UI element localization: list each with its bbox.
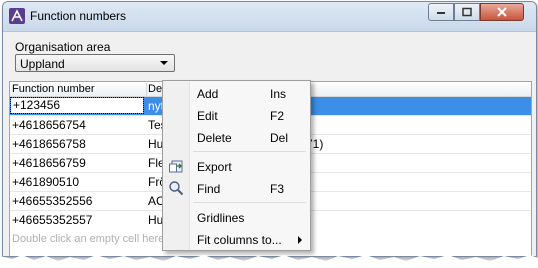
close-button[interactable] (480, 3, 524, 21)
organisation-area-label: Organisation area (15, 40, 111, 54)
menu-item-label: Delete (197, 131, 232, 145)
menu-item-edit[interactable]: Edit F2 (190, 105, 308, 125)
menu-item-label: Gridlines (197, 211, 245, 225)
menu-item-export[interactable]: Export (190, 156, 308, 176)
cell-function-number[interactable]: +123456 (10, 97, 144, 114)
menu-separator (193, 151, 306, 152)
cell-function-number[interactable]: +46655352556 (12, 194, 142, 208)
menu-separator (193, 202, 306, 203)
submenu-arrow-icon (298, 236, 302, 244)
export-icon (169, 160, 183, 173)
menu-item-label: Export (197, 160, 232, 174)
cell-function-number[interactable]: +4618656758 (12, 137, 142, 151)
close-icon (497, 7, 507, 17)
menu-item-delete[interactable]: Delete Del (190, 127, 308, 147)
menu-item-shortcut: F3 (270, 182, 285, 196)
menu-item-shortcut: Del (270, 131, 289, 145)
organisation-area-value: Uppland (20, 57, 65, 71)
cell-function-number[interactable]: +4618656759 (12, 156, 142, 170)
menu-item-find[interactable]: Find F3 (190, 178, 308, 198)
menu-item-label: Edit (197, 109, 218, 123)
torn-edge (0, 255, 538, 268)
menu-item-gridlines[interactable]: Gridlines (190, 207, 308, 227)
empty-row-hint[interactable]: Double click an empty cell here t (12, 233, 170, 245)
menu-item-label: Add (197, 87, 219, 101)
menu-item-shortcut: F2 (270, 109, 285, 123)
magnifier-icon (169, 181, 184, 196)
maximize-button[interactable] (454, 3, 480, 21)
maximize-icon (462, 7, 472, 17)
cell-function-number[interactable]: +4618656754 (12, 118, 142, 132)
menu-item-add[interactable]: Add Ins (190, 83, 308, 103)
minimize-button[interactable] (428, 3, 454, 21)
window-title: Function numbers (30, 9, 127, 23)
menu-item-shortcut: Ins (270, 87, 287, 101)
minimize-icon (437, 12, 445, 14)
organisation-area-dropdown[interactable]: Uppland (15, 54, 175, 72)
cell-function-number[interactable]: +461890510 (12, 175, 142, 189)
title-bar[interactable]: Function numbers (3, 2, 536, 32)
menu-item-label: Fit columns to... (197, 233, 282, 247)
app-logo-icon (9, 8, 25, 24)
menu-item-fit-columns[interactable]: Fit columns to... (190, 229, 308, 249)
chevron-down-icon (160, 61, 168, 65)
context-menu: Add Ins Edit F2 Delete Del Export Find F… (162, 80, 311, 251)
column-header-function-number[interactable]: Function number (12, 83, 147, 96)
menu-item-label: Find (197, 182, 221, 196)
cell-function-number[interactable]: +46655352557 (12, 213, 142, 227)
